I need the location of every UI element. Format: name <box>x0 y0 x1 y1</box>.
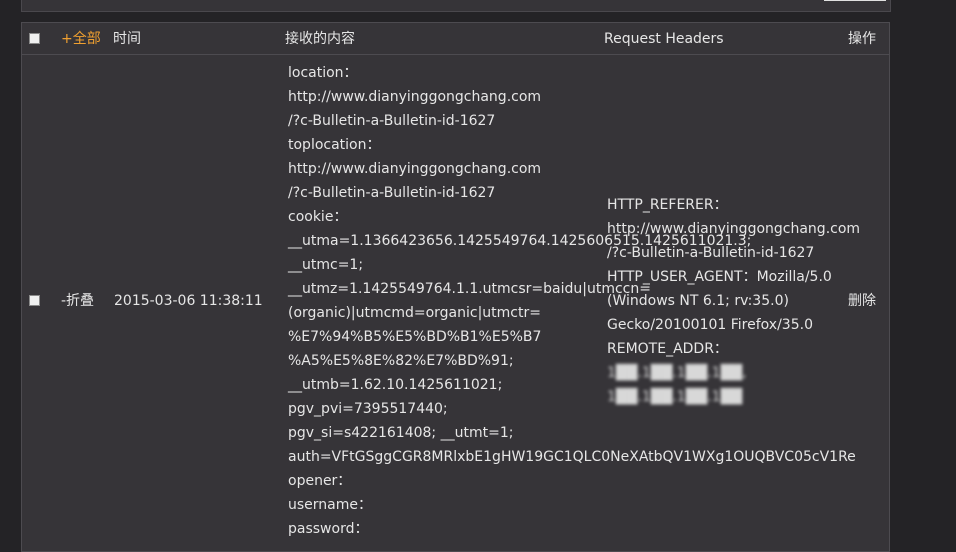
header-line: HTTP_REFERER： <box>607 197 728 213</box>
content-line: pgv_si=s422161408; __utmt=1; <box>288 425 514 441</box>
column-content: 接收的内容 <box>285 31 355 47</box>
content-line: auth=VFtGSggCGR8MRlxbE1gHW19GC1QLC0NeXAt… <box>288 449 856 465</box>
row-checkbox[interactable] <box>29 295 40 306</box>
row-request-headers: HTTP_REFERER： http://www.dianyinggongcha… <box>607 193 860 409</box>
content-line: location： <box>288 65 358 81</box>
remote-addr-blurred: 1██.1██.1██.1██ <box>607 389 743 405</box>
header-line: /?c-Bulletin-a-Bulletin-id-1627 <box>607 245 815 261</box>
content-line: toplocation： <box>288 137 381 153</box>
content-line: password： <box>288 521 369 537</box>
records-table: +全部 时间 接收的内容 Request Headers 操作 -折叠 2015… <box>21 22 890 552</box>
content-line: http://www.dianyinggongchang.com <box>288 89 542 105</box>
filter-panel <box>21 0 891 12</box>
content-line: opener： <box>288 473 352 489</box>
content-line: username： <box>288 497 372 513</box>
header-line: HTTP_USER_AGENT：Mozilla/5.0 <box>607 269 832 285</box>
collapse-link[interactable]: -折叠 <box>61 289 94 313</box>
delete-link[interactable]: 删除 <box>848 289 876 313</box>
header-line: (Windows NT 6.1; rv:35.0) <box>607 293 789 309</box>
header-line: REMOTE_ADDR： <box>607 341 728 357</box>
column-request-headers: Request Headers <box>604 31 724 47</box>
remote-addr-blurred: 1██.1██.1██.1██, <box>607 365 747 381</box>
column-action: 操作 <box>848 31 876 47</box>
select-all-checkbox[interactable] <box>29 33 40 44</box>
header-line: http://www.dianyinggongchang.com <box>607 221 861 237</box>
table-header: +全部 时间 接收的内容 Request Headers 操作 <box>22 23 889 55</box>
content-line: /?c-Bulletin-a-Bulletin-id-1627 <box>288 113 496 129</box>
filter-input[interactable] <box>824 0 886 1</box>
row-time: 2015-03-06 11:38:11 <box>114 293 263 309</box>
content-line: http://www.dianyinggongchang.com <box>288 161 542 177</box>
column-time: 时间 <box>113 31 141 47</box>
expand-all-link[interactable]: +全部 <box>61 30 101 48</box>
header-line: Gecko/20100101 Firefox/35.0 <box>607 317 813 333</box>
